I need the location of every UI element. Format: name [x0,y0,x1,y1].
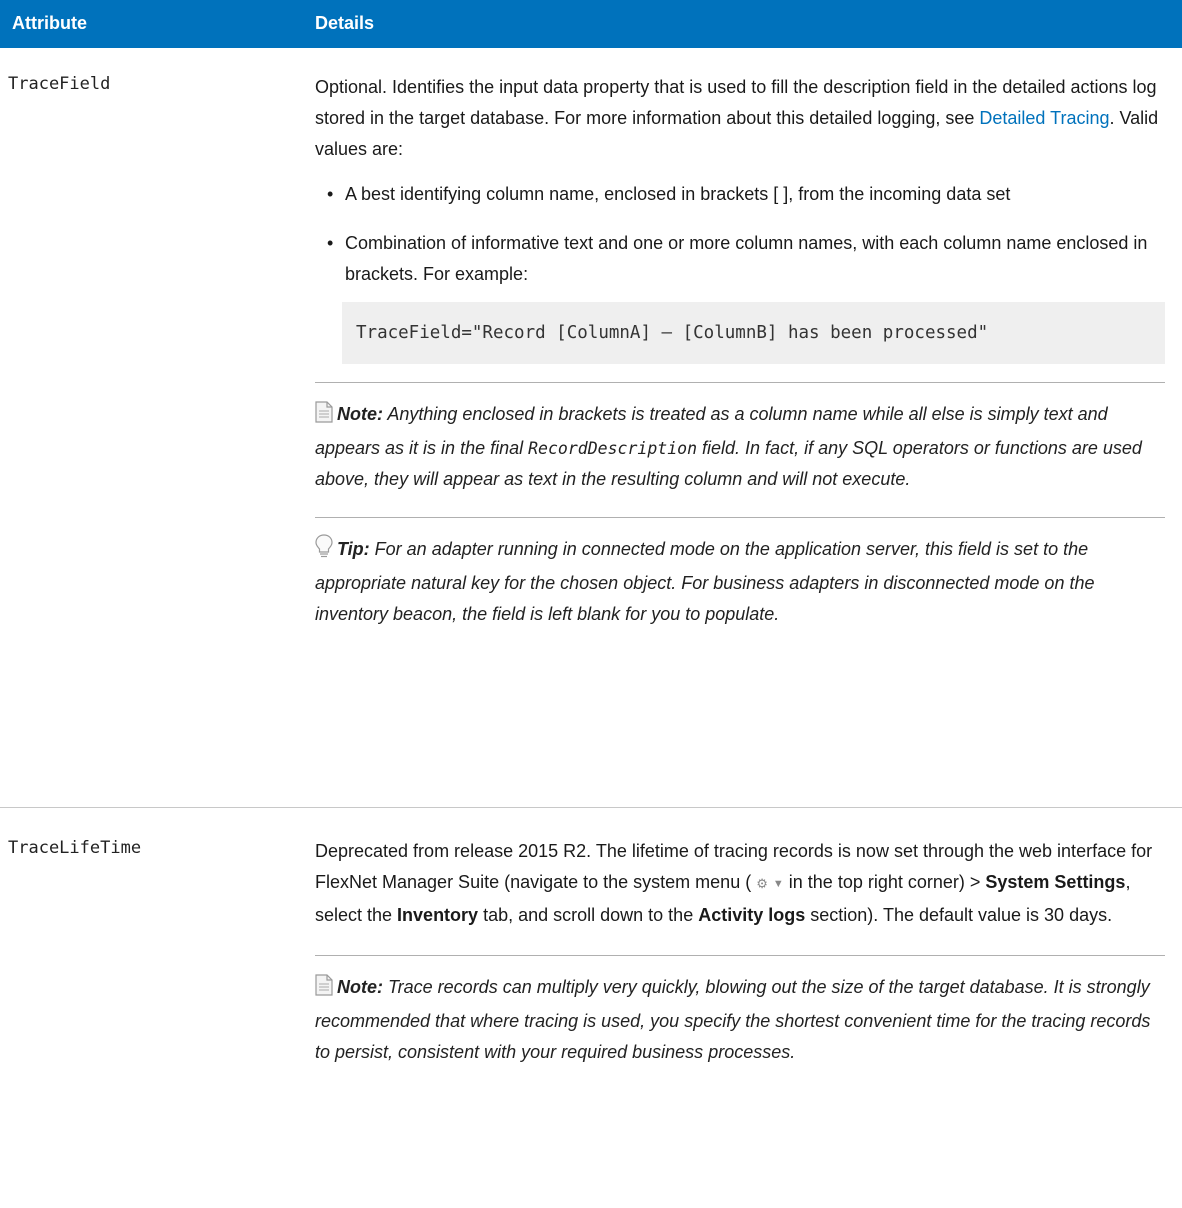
note-icon [315,401,333,433]
list-item: A best identifying column name, enclosed… [327,179,1165,210]
note-icon [315,974,333,1006]
detailed-tracing-link[interactable]: Detailed Tracing [979,108,1109,128]
valid-values-list: A best identifying column name, enclosed… [315,179,1165,290]
tip-callout: Tip: For an adapter running in connected… [315,517,1165,648]
triangle-down-icon: ▼ [772,878,784,890]
lightbulb-icon [315,534,333,568]
note-callout: Note: Trace records can multiply very qu… [315,955,1165,1086]
header-details: Details [315,13,375,33]
description: Deprecated from release 2015 R2. The lif… [315,841,1153,925]
table-row: TraceLifeTime Deprecated from release 20… [0,808,1182,1208]
details-cell: Optional. Identifies the input data prop… [315,72,1165,648]
table-row: TraceField Optional. Identifies the inpu… [0,48,1182,808]
note-label: Note: [337,404,383,424]
record-description-code: RecordDescription [528,439,698,458]
note-callout: Note: Anything enclosed in brackets is t… [315,382,1165,513]
code-example: TraceField="Record [ColumnA] – [ColumnB]… [342,302,1165,364]
attribute-name: TraceField [8,74,111,94]
details-cell: Deprecated from release 2015 R2. The lif… [315,836,1165,1086]
description: Optional. Identifies the input data prop… [315,77,1159,159]
list-item: Combination of informative text and one … [327,228,1165,290]
table-header: Attribute Details [0,0,1182,48]
note-label: Note: [337,977,383,997]
tip-label: Tip: [337,539,370,559]
attribute-table: Attribute Details TraceField Optional. I… [0,0,1182,1208]
gear-icon: ⚙ [756,876,768,891]
header-attribute: Attribute [12,13,87,33]
attribute-name: TraceLifeTime [8,838,142,858]
